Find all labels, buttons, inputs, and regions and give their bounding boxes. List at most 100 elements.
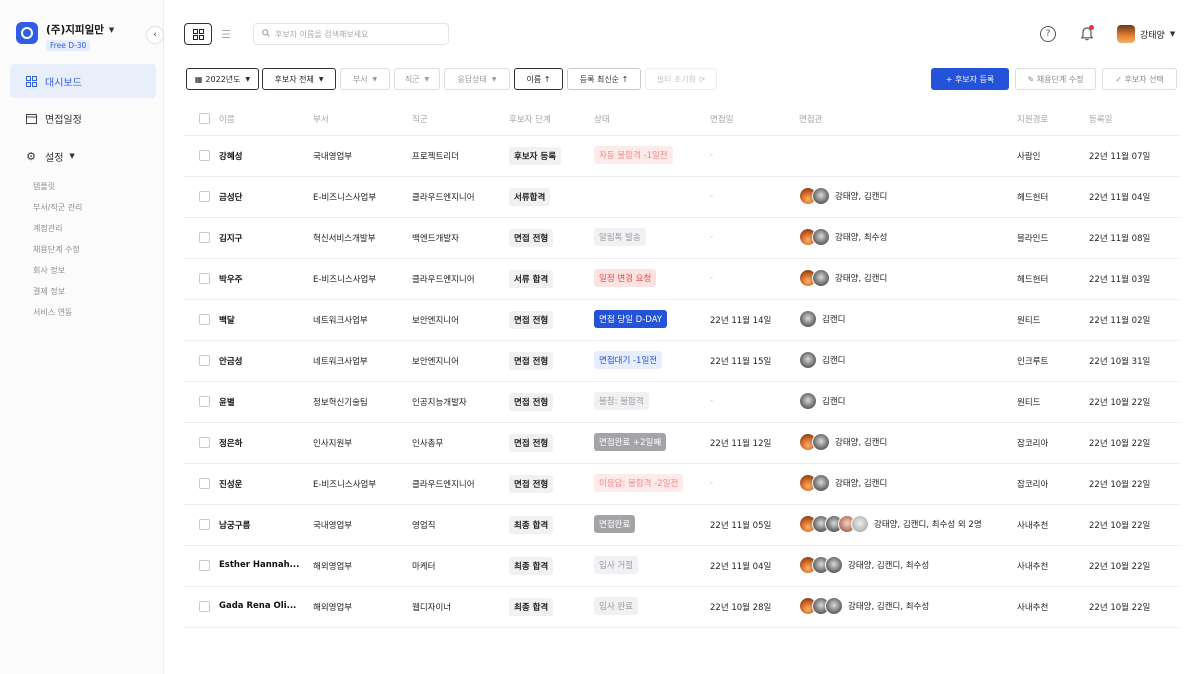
nav-interview-schedule[interactable]: 면접일정 [10, 101, 156, 135]
company-logo-icon [16, 22, 38, 44]
row-checkbox[interactable] [199, 191, 210, 202]
candidate-name[interactable]: 윤별 [219, 396, 235, 408]
candidate-filter[interactable]: 후보자 전체 ▼ [262, 68, 336, 90]
row-checkbox[interactable] [199, 273, 210, 284]
submenu-accounts[interactable]: 계정관리 [33, 223, 62, 234]
submenu-template[interactable]: 템플릿 [33, 181, 55, 192]
table-row[interactable]: 백달 네트워크사업부 보안엔지니어 면접 전형 면접 당일 D-DAY 22년 11월 1… [184, 300, 1179, 341]
candidate-name[interactable]: 남궁구름 [219, 519, 250, 531]
interview-date: - [710, 478, 714, 488]
interview-date: - [710, 273, 714, 283]
nav-dashboard[interactable]: 대시보드 [10, 64, 156, 98]
job: 인사총무 [412, 439, 444, 449]
candidate-name[interactable]: 진성운 [219, 478, 242, 490]
status-badge: 입사 거절 [594, 556, 638, 574]
column-header[interactable]: 직군 [412, 113, 428, 125]
submenu-integrations[interactable]: 서비스 연동 [33, 307, 72, 318]
select-candidate-button[interactable]: ✓ 후보자 선택 [1102, 68, 1177, 90]
company-switcher[interactable]: (주)지피일만 ▼ Free D-30 [16, 22, 114, 51]
row-checkbox[interactable] [199, 519, 210, 530]
nav-settings[interactable]: ⚙ 설정 ▼ [10, 139, 156, 173]
avatar [825, 556, 843, 574]
job-filter[interactable]: 직군 ▼ [394, 68, 440, 90]
name-sort-button[interactable]: 이름 ↑ [514, 68, 563, 90]
candidate-name[interactable]: Gada Rena Oli... [219, 601, 296, 611]
table-row[interactable]: 박우주 E-비즈니스사업부 클라우드엔지니어 서류 합격 일정 변경 요청 - 강태양, 김… [184, 259, 1179, 300]
row-checkbox[interactable] [199, 437, 210, 448]
search-box[interactable] [253, 23, 449, 45]
table-row[interactable]: 금성단 E-비즈니스사업부 클라우드엔지니어 서류합격 - 강태양, 김캔디 헤드헌터 22년… [184, 177, 1179, 218]
caret-down-icon: ▼ [245, 75, 251, 83]
add-candidate-button[interactable]: + 후보자 등록 [931, 68, 1009, 90]
table-row[interactable]: 안금성 네트워크사업부 보안엔지니어 면접 전형 면접대기 -1일전 22년 11월 15… [184, 341, 1179, 382]
help-icon[interactable]: ? [1040, 26, 1056, 42]
avatar [812, 228, 830, 246]
avatar [812, 474, 830, 492]
collapse-sidebar-button[interactable]: ‹ [146, 26, 164, 44]
job: 마케터 [412, 562, 436, 572]
interview-date: - [710, 150, 714, 160]
row-checkbox[interactable] [199, 314, 210, 325]
table-row[interactable]: Esther Hannah... 해외영업부 마케터 최종 합격 입사 거절 22년 11… [184, 546, 1179, 587]
interviewer-names: 강태양, 김캔디 [835, 192, 888, 202]
table-row[interactable]: 강혜성 국내영업부 프로젝트리더 후보자 등록 자동 불합격 -1일전 - 사람인 22년 1… [184, 136, 1179, 177]
row-checkbox[interactable] [199, 560, 210, 571]
row-checkbox[interactable] [199, 601, 210, 612]
row-checkbox[interactable] [199, 396, 210, 407]
table-row[interactable]: 진성운 E-비즈니스사업부 클라우드엔지니어 면접 전형 미응답: 불합격 -2일전 - 강… [184, 464, 1179, 505]
grid-view-button[interactable] [184, 23, 212, 45]
search-input[interactable] [275, 29, 435, 39]
candidate-filter-label: 후보자 전체 [274, 74, 314, 84]
application-source: 헤드헌터 [1017, 275, 1049, 285]
chevron-left-icon: ‹ [153, 30, 157, 40]
row-checkbox[interactable] [199, 150, 210, 161]
interviewer-list: 강태양, 김캔디, 최수성 외 2명 [799, 515, 982, 533]
edit-stage-button[interactable]: ✎ 채용단계 수정 [1015, 68, 1096, 90]
candidate-name[interactable]: 정은하 [219, 437, 242, 449]
submenu-company-info[interactable]: 회사 정보 [33, 265, 65, 276]
table-row[interactable]: 윤별 정보혁신기술팀 인공지능개발자 면접 전형 불참: 불합격 - 김캔디 원티드 22년 1… [184, 382, 1179, 423]
interview-date: - [710, 232, 714, 242]
row-checkbox[interactable] [199, 478, 210, 489]
table-row[interactable]: 정은하 인사지원부 인사총무 면접 전형 면접완료 +2일째 22년 11월 12일 강태양… [184, 423, 1179, 464]
table-row[interactable]: Gada Rena Oli... 해외영업부 웹디자이너 최종 합격 입사 완료 22년 … [184, 587, 1179, 628]
candidate-name[interactable]: 박우주 [219, 273, 242, 285]
table-row[interactable]: 김지구 혁신서비스개발부 백엔드개발자 면접 전형 알림톡 발송 - 강태양, 최수성 블라인… [184, 218, 1179, 259]
candidate-name[interactable]: 안금성 [219, 355, 242, 367]
candidate-name[interactable]: 김지구 [219, 232, 242, 244]
column-header[interactable]: 면접관 [799, 113, 822, 125]
user-menu[interactable]: 강태양 ▼ [1117, 25, 1175, 43]
candidate-name[interactable]: 금성단 [219, 191, 242, 203]
candidate-name[interactable]: Esther Hannah... [219, 560, 299, 570]
caret-down-icon: ▼ [424, 75, 430, 83]
status-badge: 일정 변경 요청 [594, 269, 657, 287]
status-badge: 입사 완료 [594, 597, 638, 615]
list-view-button[interactable]: ☰ [212, 23, 240, 45]
column-header[interactable]: 부서 [313, 113, 329, 125]
registered-sort-button[interactable]: 등록 최신순 ↑ [567, 68, 641, 90]
table-row[interactable]: 남궁구름 국내영업부 영업직 최종 합격 면접완료 22년 11월 05일 강태양, 김캔디… [184, 505, 1179, 546]
column-header[interactable]: 이름 [219, 113, 235, 125]
job: 클라우드엔지니어 [412, 480, 475, 490]
row-checkbox[interactable] [199, 232, 210, 243]
response-status-filter[interactable]: 응답상태 ▼ [444, 68, 510, 90]
submenu-billing[interactable]: 결제 정보 [33, 286, 65, 297]
interviewer-list: 강태양, 김캔디, 최수성 [799, 556, 929, 574]
column-header[interactable]: 지원경로 [1017, 113, 1048, 125]
column-header[interactable]: 상태 [594, 113, 610, 125]
submenu-dept-job[interactable]: 부서/직군 관리 [33, 202, 82, 213]
column-header[interactable]: 후보자 단계 [509, 113, 551, 125]
candidate-name[interactable]: 강혜성 [219, 150, 242, 162]
column-header[interactable]: 등록일 [1089, 113, 1112, 125]
column-header[interactable]: 면접일 [710, 113, 733, 125]
row-checkbox[interactable] [199, 355, 210, 366]
department-filter[interactable]: 부서 ▼ [340, 68, 390, 90]
company-name: (주)지피일만 [46, 24, 104, 36]
list-icon: ☰ [221, 27, 231, 41]
submenu-stage-edit[interactable]: 채용단계 수정 [33, 244, 80, 255]
year-filter[interactable]: ▦ 2022년도 ▼ [186, 68, 259, 90]
filter-reset-button[interactable]: 필터 초기화 ⟳ [645, 68, 717, 90]
caret-down-icon: ▼ [69, 152, 75, 160]
select-all-checkbox[interactable] [199, 113, 210, 124]
candidate-name[interactable]: 백달 [219, 314, 235, 326]
